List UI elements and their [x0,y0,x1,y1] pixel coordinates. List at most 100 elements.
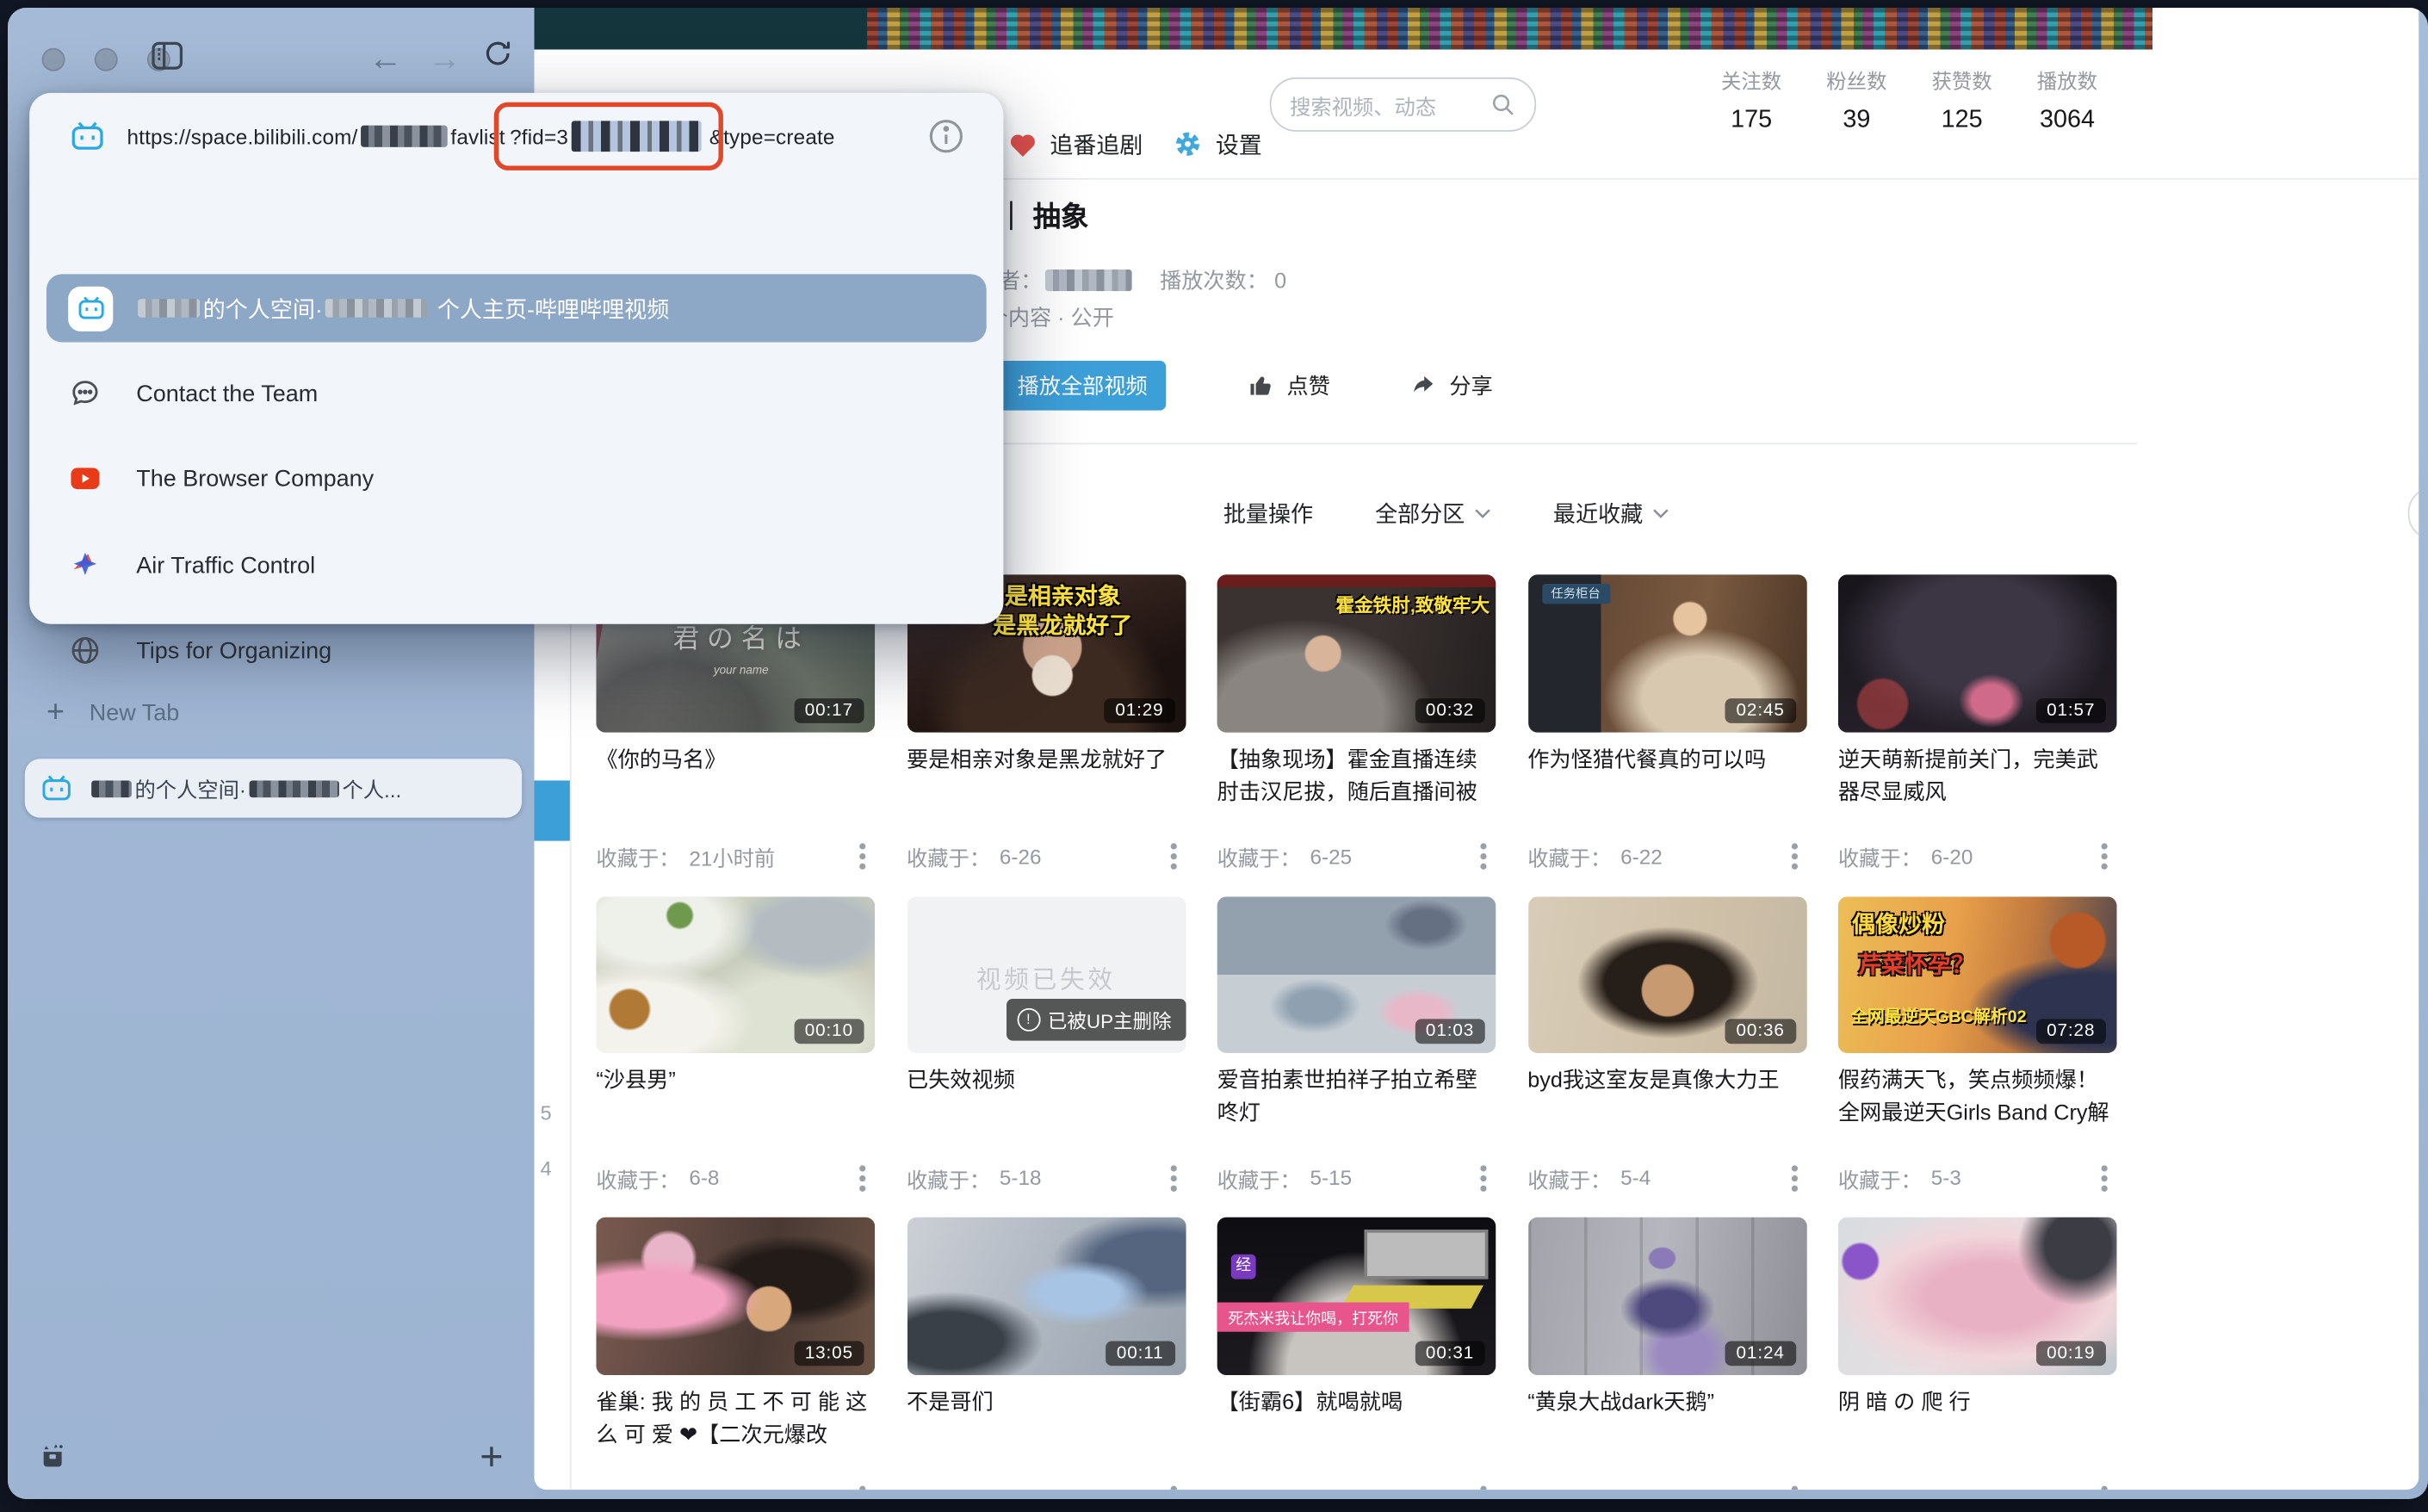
saved-date: 6-8 [689,1166,719,1189]
video-thumbnail[interactable]: 07:28 偶像炒粉芹菜怀孕？全网最逆天GBC解析02 [1838,895,2117,1053]
filter-bar: 批量操作 全部分区 最近收藏 当前 [1223,486,1731,539]
video-card[interactable]: 01:03 爱音拍素世拍祥子拍立希壁咚灯 收藏于： 5-15 [1217,895,1496,1190]
video-title[interactable]: byd我这室友是真像大力王 [1527,1064,1806,1130]
video-card[interactable]: 13:05 雀巢: 我 的 员 工 不 可 能 这 么 可 爱 ❤【二次元爆改 … [596,1218,875,1490]
video-grid: 00:17 君の名はyour name 《你的马名》 收藏于： 21小时前 01… [596,574,2116,1490]
close-window-button[interactable] [42,48,65,71]
video-title[interactable]: 要是相亲对象是黑龙就好了 [907,742,1186,808]
video-card[interactable]: 00:11 不是哥们 收藏于： 4-28 [907,1218,1186,1490]
video-title[interactable]: 作为怪猎代餐真的可以吗 [1527,742,1806,808]
search-scope-dropdown[interactable]: 当前 [2409,498,2419,529]
video-thumbnail[interactable]: 01:03 [1217,895,1496,1053]
video-title[interactable]: 爱音拍素世拍祥子拍立希壁咚灯 [1217,1064,1496,1130]
more-options-icon[interactable] [1480,1174,1486,1180]
video-title[interactable]: 假药满天飞，笑点频频爆！全网最逆天Girls Band Cry解析 [1838,1064,2117,1130]
suggestion-air-traffic-control[interactable]: Air Traffic Control [68,531,964,599]
video-title[interactable]: 【街霸6】就喝就喝 [1217,1385,1496,1451]
more-options-icon[interactable] [1170,1174,1176,1180]
video-card[interactable]: 00:31 死杰米我让你喝，打死你经 【街霸6】就喝就喝 收藏于： 4-28 [1217,1218,1496,1490]
more-options-icon[interactable] [1170,853,1176,859]
video-thumbnail[interactable]: 00:36 [1527,895,1806,1053]
video-thumbnail[interactable]: 01:57 [1838,574,2117,732]
saved-date: 4-28 [1000,1487,1042,1490]
video-title[interactable]: “黄泉大战dark天鹅” [1527,1385,1806,1451]
redacted-text [91,780,132,797]
video-thumbnail[interactable]: 00:11 [907,1218,1186,1375]
nav-bangumi[interactable]: 追番追剧 [1008,121,1143,167]
saved-date: 5-3 [1931,1166,1961,1189]
video-title[interactable]: “沙县男” [596,1064,875,1130]
video-thumbnail[interactable]: 01:24 [1527,1218,1806,1375]
video-thumbnail[interactable]: 00:32 霍金铁肘,致敬牢大 [1217,574,1496,732]
selected-folder-indicator[interactable] [534,780,569,840]
video-card[interactable]: 01:24 “黄泉大战dark天鹅” 收藏于： 4-18 [1527,1218,1806,1490]
suggestion-contact-team[interactable]: Contact the Team [68,359,964,427]
video-card[interactable]: 02:45 任务柜台 作为怪猎代餐真的可以吗 收藏于： 6-22 [1527,574,1806,869]
library-icon[interactable] [37,1441,68,1472]
video-meta: 收藏于： 6-20 [1838,841,2117,872]
video-thumbnail[interactable]: 视频已失效!已被UP主删除 [907,895,1186,1053]
more-options-icon[interactable] [2102,853,2108,859]
suggestion-current-tab[interactable]: 的个人空间· 个人主页-哔哩哔哩视频 [46,274,987,342]
video-card[interactable]: 00:36 byd我这室友是真像大力王 收藏于： 5-4 [1527,895,1806,1190]
sort-dropdown[interactable]: 最近收藏 [1553,496,1669,529]
video-card[interactable]: 视频已失效!已被UP主删除 已失效视频 收藏于： 5-18 [907,895,1186,1190]
video-thumbnail[interactable]: 13:05 [596,1218,875,1375]
video-title[interactable]: 不是哥们 [907,1385,1186,1451]
sidebar-tab-bilibili-space[interactable]: 的个人空间· 个人... [25,759,522,817]
video-card[interactable]: 00:19 阴 暗 の 爬 行 收藏于： 4-16 [1838,1218,2117,1490]
video-title[interactable]: 【抽象现场】霍金直播连续肘击汉尼拔，随后直播间被封 [1217,742,1496,808]
thumbnail-overlay-text: 芹菜怀孕？ [1858,947,1974,980]
play-all-button[interactable]: 播放全部视频 [999,361,1166,411]
url-bar[interactable]: https://space.bilibili.com/ favlist ?fid… [29,93,1003,180]
share-icon [1409,372,1437,400]
share-button[interactable]: 分享 [1409,361,1493,411]
minimize-window-button[interactable] [95,48,118,71]
video-title[interactable]: 逆天萌新提前关门，完美武器尽显威风 [1838,742,2117,808]
bilibili-tv-icon [70,121,105,152]
more-options-icon[interactable] [2102,1174,2108,1180]
new-tab-label: New Tab [90,700,179,727]
video-title[interactable]: 已失效视频 [907,1064,1186,1130]
more-options-icon[interactable] [1791,1174,1797,1180]
add-space-button[interactable]: + [480,1433,503,1481]
stat-likes[interactable]: 获赞数125 [1928,65,1996,135]
like-button[interactable]: 点赞 [1247,361,1330,411]
more-options-icon[interactable] [859,853,865,859]
category-dropdown[interactable]: 全部分区 [1375,496,1491,529]
suggestion-tips-organizing[interactable]: Tips for Organizing [68,617,964,685]
video-thumbnail[interactable]: 02:45 任务柜台 [1527,574,1806,732]
more-options-icon[interactable] [1480,853,1486,859]
video-card[interactable]: 01:57 逆天萌新提前关门，完美武器尽显威风 收藏于： 6-20 [1838,574,2117,869]
header-search-input[interactable]: 搜索视频、动态 [1270,77,1536,132]
sidebar-toggle-icon[interactable] [149,37,186,74]
info-icon[interactable] [926,116,967,157]
back-button[interactable]: ← [369,39,403,79]
video-thumbnail[interactable]: 00:19 [1838,1218,2117,1375]
more-options-icon[interactable] [1791,853,1797,859]
video-title[interactable]: 阴 暗 の 爬 行 [1838,1385,2117,1451]
video-thumbnail[interactable]: 00:31 死杰米我让你喝，打死你经 [1217,1218,1496,1375]
batch-actions-button[interactable]: 批量操作 [1223,496,1313,529]
video-card[interactable]: 00:32 霍金铁肘,致敬牢大 【抽象现场】霍金直播连续肘击汉尼拔，随后直播间被… [1217,574,1496,869]
more-options-icon[interactable] [859,1174,865,1180]
saved-label: 收藏于： [907,1162,990,1193]
video-thumbnail[interactable]: 00:10 [596,895,875,1053]
suggestion-browser-company[interactable]: The Browser Company [68,444,964,512]
search-placeholder: 搜索视频、动态 [1290,89,1477,120]
reload-button[interactable] [481,37,514,70]
video-title[interactable]: 雀巢: 我 的 员 工 不 可 能 这 么 可 爱 ❤【二次元爆改 [596,1385,875,1451]
video-card[interactable]: 07:28 偶像炒粉芹菜怀孕？全网最逆天GBC解析02 假药满天飞，笑点频频爆！… [1838,895,2117,1190]
video-title[interactable]: 《你的马名》 [596,742,875,808]
stat-following[interactable]: 关注数175 [1718,65,1786,135]
gear-icon [1172,128,1203,159]
nav-settings[interactable]: 设置 [1172,121,1261,167]
stat-plays[interactable]: 播放数3064 [2033,65,2101,135]
stat-followers[interactable]: 粉丝数39 [1823,65,1891,135]
collection-meta2: 个内容 · 公开 [987,302,1114,333]
video-card[interactable]: 00:10 “沙县男” 收藏于： 6-8 [596,895,875,1190]
redacted-user-id [361,126,448,147]
saved-label: 收藏于： [907,841,990,872]
new-tab-button[interactable]: + New Tab [46,696,179,731]
forward-button[interactable]: → [427,39,461,79]
